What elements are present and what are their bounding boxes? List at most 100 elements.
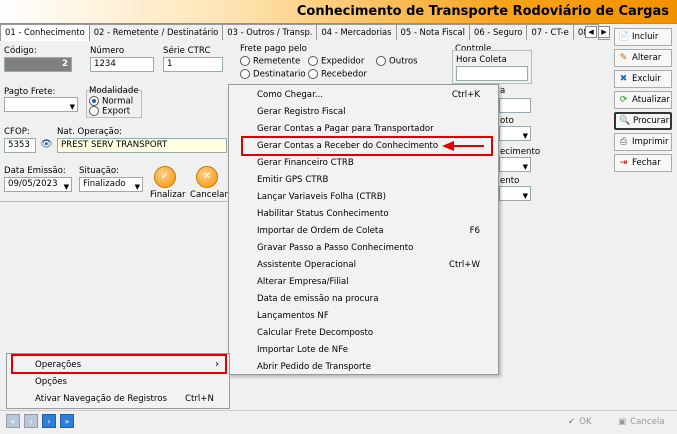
finalizar-check-icon[interactable]: ✓ (154, 166, 176, 188)
shortcut-ctrl-n: Ctrl+N (185, 394, 214, 404)
menu-item-gerar-contas-pagar[interactable]: Gerar Contas a Pagar para Transportador (257, 124, 434, 134)
radio-normal[interactable]: Normal (89, 96, 133, 107)
tab-nota-fiscal[interactable]: 05 - Nota Fiscal (395, 24, 470, 40)
menu-item-ativar-navegacao[interactable]: Ativar Navegação de Registros (35, 394, 167, 404)
nat-operacao-label: Nat. Operação: (57, 127, 122, 137)
chevron-down-icon: ▼ (522, 163, 528, 171)
menu-item-opcoes[interactable]: Opções (35, 377, 67, 387)
ok-button[interactable]: ✔ OK (568, 413, 608, 431)
numero-field[interactable]: 1234 (90, 57, 154, 72)
imprimir-button[interactable]: ⎙ Imprimir (614, 133, 672, 151)
partial-field-1[interactable] (499, 98, 531, 113)
situacao-select[interactable]: Finalizado ▼ (79, 177, 143, 192)
menu-item-gerar-registro-fiscal[interactable]: Gerar Registro Fiscal (257, 107, 345, 117)
radio-icon (89, 96, 99, 106)
radio-export[interactable]: Export (89, 106, 130, 117)
menu-item-abrir-pedido[interactable]: Abrir Pedido de Transporte (257, 362, 371, 372)
radio-outros[interactable]: Outros (376, 56, 418, 67)
radio-icon (308, 56, 318, 66)
excluir-button[interactable]: ✖ Excluir (614, 70, 672, 88)
menu-item-data-emissao-procura[interactable]: Data de emissão na procura (257, 294, 378, 304)
incluir-button[interactable]: 📄 Incluir (614, 28, 672, 46)
menu-item-assistente-operacional[interactable]: Assistente Operacional (257, 260, 356, 270)
shortcut-ctrl-k: Ctrl+K (451, 90, 480, 100)
refresh-icon: ⟳ (619, 94, 628, 105)
cancela-button[interactable]: ▣ Cancela (618, 413, 674, 431)
radio-icon (376, 56, 386, 66)
printer-icon: ⎙ (619, 136, 628, 147)
shortcut-f6: F6 (469, 226, 480, 236)
data-emissao-field[interactable]: 09/05/2023 ▼ (4, 177, 72, 192)
fechar-button[interactable]: ⇥ Fechar (614, 154, 672, 172)
tab-mercadorias[interactable]: 04 - Mercadorias (316, 24, 397, 40)
radio-icon (240, 69, 250, 79)
cfop-field[interactable]: 5353 (4, 138, 36, 153)
cancelar-x-icon[interactable]: ✕ (196, 166, 218, 188)
divider (0, 201, 230, 202)
menu-item-gerar-financeiro-ctrb[interactable]: Gerar Financeiro CTRB (257, 158, 354, 168)
frete-label: Frete pago pelo (240, 44, 307, 54)
nat-operacao-field[interactable]: PREST SERV TRANSPORT (57, 138, 227, 153)
tab-scroll-right-icon[interactable]: ▶ (598, 26, 610, 38)
operacoes-submenu: Como Chegar... Ctrl+K Gerar Registro Fis… (228, 84, 499, 375)
highlight-box-operacoes (11, 354, 227, 374)
tab-scroll: ◀ ▶ (584, 26, 610, 38)
next-record-icon[interactable]: › (42, 414, 56, 428)
radio-icon (89, 106, 99, 116)
tab-conhecimento[interactable]: 01 - Conhecimento (0, 24, 90, 41)
numero-label: Número (90, 46, 125, 56)
shortcut-ctrl-w: Ctrl+W (449, 260, 480, 270)
menu-item-importar-ordem-coleta[interactable]: Importar de Ordem de Coleta (257, 226, 384, 236)
hora-coleta-field[interactable] (456, 66, 528, 81)
tab-outros-transp[interactable]: 03 - Outros / Transp. (222, 24, 318, 40)
menu-item-como-chegar[interactable]: Como Chegar... (257, 90, 323, 100)
atualizar-button[interactable]: ⟳ Atualizar (614, 91, 672, 109)
check-icon: ✔ (568, 417, 576, 427)
radio-recebedor[interactable]: Recebedor (308, 69, 367, 80)
finalizar-label[interactable]: Finalizar (150, 190, 186, 200)
partial-label-a: a (500, 86, 506, 96)
menu-item-emitir-gps-ctrb[interactable]: Emitir GPS CTRB (257, 175, 328, 185)
title-bar: Conhecimento de Transporte Rodoviário de… (0, 0, 677, 24)
partial-select-3[interactable]: ▼ (499, 186, 531, 201)
tab-scroll-left-icon[interactable]: ◀ (585, 26, 597, 38)
partial-select-2[interactable]: ▼ (499, 157, 531, 172)
menu-item-calcular-frete[interactable]: Calcular Frete Decomposto (257, 328, 373, 338)
delete-icon: ✖ (619, 73, 628, 84)
pagto-frete-select[interactable]: ▼ (4, 97, 78, 112)
last-record-icon[interactable]: » (60, 414, 74, 428)
menu-item-importar-lote-nfe[interactable]: Importar Lote de NFe (257, 345, 348, 355)
menu-item-habilitar-status[interactable]: Habilitar Status Conhecimento (257, 209, 389, 219)
tab-remetente-destinatario[interactable]: 02 - Remetente / Destinatário (88, 24, 224, 40)
menu-item-lancar-variaveis-folha[interactable]: Lançar Variaveis Folha (CTRB) (257, 192, 386, 202)
chevron-down-icon: ▼ (63, 183, 69, 191)
codigo-field[interactable]: 2 (4, 57, 72, 72)
serie-field[interactable]: 1 (163, 57, 223, 72)
radio-expedidor[interactable]: Expedidor (308, 56, 364, 67)
partial-select-1[interactable]: ▼ (499, 126, 531, 141)
arrow-left-icon (442, 141, 484, 151)
chevron-down-icon: ▼ (69, 103, 75, 111)
partial-label-oto: oto (500, 116, 514, 126)
tab-seguro[interactable]: 06 - Seguro (468, 24, 528, 40)
codigo-label: Código: (4, 46, 37, 56)
radio-destinatario[interactable]: Destinatario (240, 69, 306, 80)
tab-cte[interactable]: 07 - CT-e (526, 24, 574, 40)
modalidade-label: Modalidade (89, 86, 139, 96)
window-title: Conhecimento de Transporte Rodoviário de… (296, 4, 669, 19)
radio-icon (308, 69, 318, 79)
alterar-button[interactable]: ✎ Alterar (614, 49, 672, 67)
procurar-button[interactable]: 🔍 Procurar (614, 112, 672, 130)
binoculars-icon[interactable]: 👁 (40, 139, 53, 150)
chevron-down-icon: ▼ (522, 192, 528, 200)
radio-remetente[interactable]: Remetente (240, 56, 300, 67)
data-emissao-label: Data Emissão: (4, 166, 66, 176)
menu-item-gravar-passo-a-passo[interactable]: Gravar Passo a Passo Conhecimento (257, 243, 413, 253)
first-record-icon[interactable]: « (6, 414, 20, 428)
tab-strip: 01 - Conhecimento 02 - Remetente / Desti… (0, 24, 610, 41)
menu-item-lancamentos-nf[interactable]: Lançamentos NF (257, 311, 329, 321)
prev-record-icon[interactable]: ‹ (24, 414, 38, 428)
menu-item-alterar-empresa[interactable]: Alterar Empresa/Filial (257, 277, 349, 287)
pencil-icon: ✎ (619, 52, 628, 63)
cancelar-label[interactable]: Cancelar (190, 190, 228, 200)
